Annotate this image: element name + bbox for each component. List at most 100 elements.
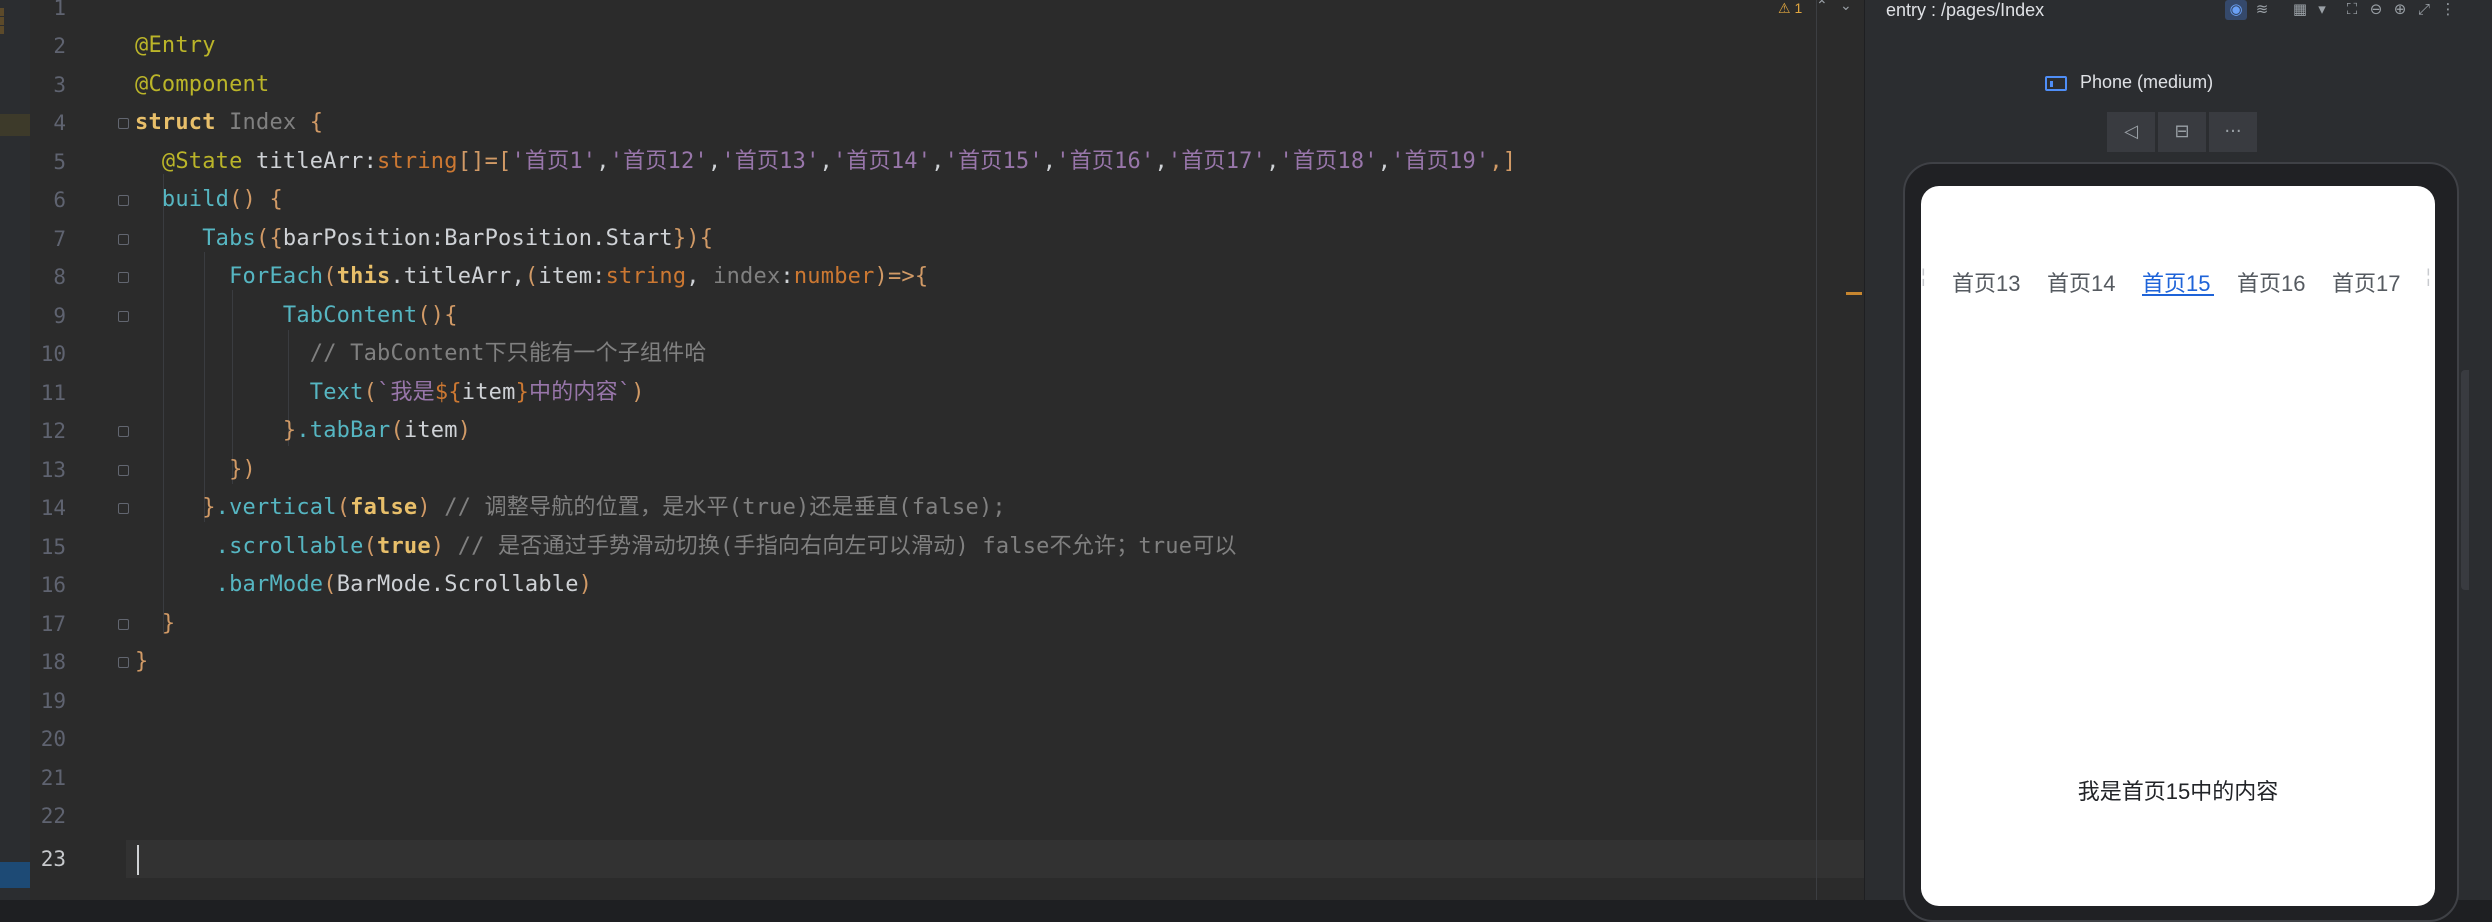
- code-line-8[interactable]: ForEach(this.titleArr,(item:string, inde…: [135, 258, 928, 296]
- code-token: ): [631, 380, 645, 405]
- code-token: 中的内容`: [529, 380, 632, 405]
- line-number: 20: [40, 727, 66, 751]
- code-token: item: [403, 418, 458, 443]
- line-number: 12: [40, 419, 66, 443]
- side-handle[interactable]: [2461, 520, 2469, 590]
- tab-home-17[interactable]: 首页17: [2332, 266, 2400, 298]
- tab-bar-edge: ¦: [2426, 266, 2431, 286]
- line-number: 22: [40, 804, 66, 828]
- code-token: (: [363, 380, 378, 405]
- change-marker: [0, 114, 30, 136]
- line-number: 10: [40, 342, 66, 366]
- code-line-7[interactable]: Tabs({barPosition:BarPosition.Start}){: [135, 220, 713, 258]
- line-number: 18: [40, 650, 66, 674]
- chevron-down-icon[interactable]: ▾: [2311, 0, 2333, 20]
- line-number: 15: [40, 535, 66, 559]
- fold-toggle-icon[interactable]: [118, 234, 129, 245]
- fold-toggle-icon[interactable]: [118, 311, 129, 322]
- tab-home-16[interactable]: 首页16: [2237, 266, 2305, 298]
- code-line-3[interactable]: @Component: [135, 66, 269, 104]
- left-tool-strip: [0, 0, 30, 900]
- line-number: 6: [53, 188, 66, 212]
- code-line-4[interactable]: struct Index {: [135, 104, 323, 142]
- code-line-10[interactable]: // TabContent下只能有一个子组件哈: [135, 335, 707, 373]
- code-line-6[interactable]: build() {: [135, 181, 283, 219]
- grid-icon[interactable]: ▦: [2289, 0, 2311, 20]
- code-line-12[interactable]: }.tabBar(item): [135, 412, 471, 450]
- more-button[interactable]: ···: [2209, 112, 2257, 152]
- code-token: ,: [1042, 149, 1057, 174]
- code-line-16[interactable]: .barMode(BarMode.Scrollable): [135, 566, 592, 604]
- code-token: barPosition:BarPosition.Start: [282, 226, 673, 251]
- line-number: 19: [40, 689, 66, 713]
- line-number: 16: [40, 573, 66, 597]
- code-token: (: [336, 495, 351, 520]
- zoom-out-icon[interactable]: ⊖: [2365, 0, 2387, 20]
- chevron-up-icon[interactable]: ⌃: [1816, 0, 1828, 14]
- code-token: '首页12': [609, 149, 708, 174]
- fold-toggle-icon[interactable]: [118, 465, 129, 476]
- scrollbar-marker[interactable]: [1846, 292, 1862, 295]
- code-token: }: [135, 495, 216, 520]
- fold-toggle-icon[interactable]: [118, 426, 129, 437]
- frame-icon[interactable]: ⛶: [2341, 0, 2363, 20]
- tab-home-14[interactable]: 首页14: [2047, 266, 2115, 298]
- code-line-5[interactable]: @State titleArr:string[]=['首页1','首页12','…: [135, 143, 1516, 181]
- eye-icon[interactable]: ◉: [2225, 0, 2247, 20]
- code-line-14[interactable]: }.vertical(false) // 调整导航的位置，是水平(true)还是…: [135, 489, 1006, 527]
- code-line-2[interactable]: @Entry: [135, 27, 216, 65]
- code-editor[interactable]: 1 2 3 4 5 6 7 8 9 10 11 12 13 14 15 16 1…: [0, 0, 1864, 900]
- code-token: ,: [596, 149, 610, 174]
- code-token: {: [309, 110, 324, 135]
- previewer-panel: entry : /pages/Index ◉ ≋ ▦ ▾ ⛶ ⊖ ⊕ ⤢ ⋮ P…: [1864, 0, 2492, 922]
- code-token: (: [323, 572, 337, 597]
- code-token: @Entry: [135, 33, 216, 58]
- code-line-17[interactable]: }: [135, 605, 175, 643]
- current-line-highlight: [126, 840, 1864, 878]
- device-selector[interactable]: Phone (medium): [2080, 72, 2213, 93]
- layers-icon[interactable]: ≋: [2251, 0, 2273, 20]
- code-token: ${: [434, 380, 462, 405]
- line-number-current: 23: [40, 847, 66, 871]
- tab-home-13[interactable]: 首页13: [1952, 266, 2020, 298]
- code-token: ,]: [1489, 149, 1517, 174]
- fold-toggle-icon[interactable]: [118, 118, 129, 129]
- code-line-9[interactable]: TabContent(){: [135, 297, 458, 335]
- code-token: item: [461, 380, 516, 405]
- code-line-13[interactable]: }): [135, 451, 256, 489]
- code-token: '首页14': [832, 149, 932, 174]
- code-token: }: [135, 418, 297, 443]
- code-token: number: [793, 264, 875, 289]
- active-tab-indicator: [2142, 294, 2214, 296]
- line-number: 5: [53, 150, 66, 174]
- rotate-button[interactable]: ⊟: [2158, 112, 2206, 152]
- code-token: (: [363, 534, 378, 559]
- code-line-11[interactable]: Text(`我是${item}中的内容`): [135, 374, 645, 412]
- zoom-in-icon[interactable]: ⊕: [2389, 0, 2411, 20]
- code-token: }: [672, 226, 687, 251]
- ruler-icon[interactable]: ⋮: [2437, 0, 2459, 20]
- code-comment: // TabContent下只能有一个子组件哈: [135, 341, 707, 366]
- code-token: )=>{: [874, 264, 929, 289]
- fold-toggle-icon[interactable]: [118, 657, 129, 668]
- back-button[interactable]: ◁: [2107, 112, 2155, 152]
- code-line-15[interactable]: .scrollable(true) // 是否通过手势滑动切换(手指向右向左可以…: [135, 528, 1237, 566]
- chevron-down-icon[interactable]: ⌄: [1840, 0, 1852, 14]
- code-token: index: [713, 264, 781, 289]
- code-token: Text: [135, 380, 364, 405]
- expand-icon[interactable]: ⤢: [2413, 0, 2435, 20]
- code-token: BarMode.Scrollable: [336, 572, 579, 597]
- code-token: (): [417, 303, 445, 328]
- phone-screen[interactable]: ¦ 首页13 首页14 首页15 首页16 首页17 ¦ 我是首页15中的内容: [1921, 186, 2435, 906]
- fold-toggle-icon[interactable]: [118, 272, 129, 283]
- code-token: Tabs: [135, 226, 257, 251]
- fold-toggle-icon[interactable]: [118, 195, 129, 206]
- fold-toggle-icon[interactable]: [118, 619, 129, 630]
- line-number: 11: [40, 381, 66, 405]
- inspection-widget[interactable]: ⚠ 1 ⌃ ⌄: [1778, 0, 1852, 16]
- inspection-count: 1: [1794, 0, 1803, 16]
- code-line-18[interactable]: }: [135, 643, 148, 681]
- fold-toggle-icon[interactable]: [118, 503, 129, 514]
- change-marker: [0, 8, 34, 34]
- tab-bar-edge: ¦: [1921, 266, 1926, 286]
